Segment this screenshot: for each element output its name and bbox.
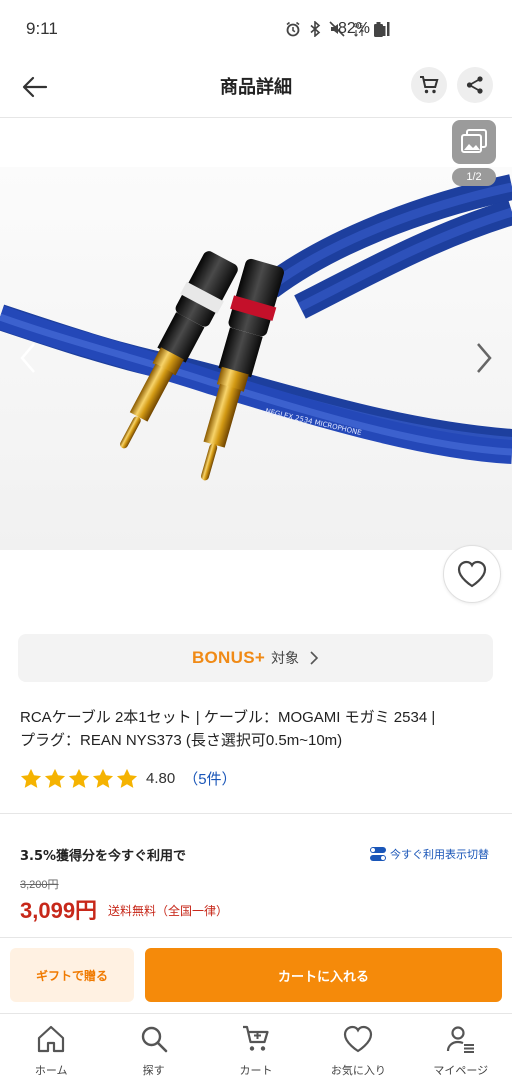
alarm-icon bbox=[286, 21, 300, 37]
original-price: 3,200円 bbox=[20, 879, 59, 891]
points-text: 3.5%獲得分を今すぐ利用で bbox=[20, 849, 187, 864]
home-icon bbox=[38, 1025, 65, 1053]
cart-icon bbox=[420, 76, 439, 94]
nav-label: ホーム bbox=[34, 1064, 68, 1077]
bonus-label: 対象 bbox=[271, 651, 300, 667]
nav-label: カート bbox=[239, 1064, 273, 1077]
product-title-line1: RCAケーブル 2本1セット | ケーブル：MOGAMI モガミ 2534 | bbox=[20, 709, 436, 726]
product-title-line2: プラグ：REAN NYS373 (長さ選択可0.5m~10m) bbox=[20, 732, 343, 749]
app-header: 商品詳細 bbox=[0, 56, 512, 118]
back-arrow-icon bbox=[22, 76, 48, 98]
gallery-prev-button[interactable] bbox=[14, 340, 44, 376]
nav-item-favorites[interactable]: お気に入り bbox=[307, 1014, 409, 1080]
nav-item-search[interactable]: 探す bbox=[102, 1014, 204, 1080]
cart-icon bbox=[242, 1025, 269, 1051]
star-icon bbox=[20, 768, 42, 788]
gallery-next-button[interactable] bbox=[468, 340, 498, 376]
bonus-banner[interactable]: BONUS+ 対象 bbox=[18, 634, 493, 682]
display-switch-toggle[interactable]: 今すぐ利用表示切替 bbox=[370, 846, 489, 862]
status-bar: 9:11 4G 82% bbox=[0, 0, 512, 56]
add-to-cart-button[interactable]: カートに入れる bbox=[145, 948, 502, 1002]
star-icon bbox=[92, 768, 114, 788]
back-button[interactable] bbox=[18, 70, 52, 104]
star-icon bbox=[68, 768, 90, 788]
gallery-toggle-icon bbox=[461, 129, 487, 153]
heart-icon bbox=[344, 1025, 373, 1053]
nav-item-home[interactable]: ホーム bbox=[0, 1014, 102, 1080]
star-icon bbox=[116, 768, 138, 788]
toggle-icon bbox=[370, 847, 386, 861]
divider bbox=[0, 937, 512, 938]
chevron-right-icon bbox=[310, 651, 319, 665]
battery-icon bbox=[374, 22, 383, 37]
shipping-info: 送料無料（全国一律） bbox=[108, 904, 229, 918]
gift-button[interactable]: ギフトで贈る bbox=[10, 948, 134, 1002]
chevron-right-icon bbox=[477, 343, 492, 373]
favorite-button[interactable] bbox=[443, 545, 501, 603]
display-switch-label: 今すぐ利用表示切替 bbox=[390, 848, 489, 861]
search-icon bbox=[141, 1026, 167, 1053]
product-title: RCAケーブル 2本1セット | ケーブル：MOGAMI モガミ 2534 | … bbox=[20, 706, 498, 752]
nav-item-mypage[interactable]: マイページ bbox=[410, 1014, 512, 1080]
battery-percent: 82% bbox=[338, 20, 371, 37]
product-rating[interactable]: 4.80 （5件） bbox=[20, 768, 237, 789]
status-time: 9:11 bbox=[26, 19, 58, 38]
nav-label: お気に入り bbox=[330, 1064, 386, 1077]
header-share-button[interactable] bbox=[457, 67, 493, 103]
product-gallery[interactable]: NEGLEX 2534 MICROPHONE 1/2 bbox=[0, 118, 512, 618]
rating-stars bbox=[20, 768, 138, 789]
nav-label: 探す bbox=[142, 1064, 165, 1077]
product-image[interactable]: NEGLEX 2534 MICROPHONE bbox=[0, 167, 512, 550]
header-cart-button[interactable] bbox=[411, 67, 447, 103]
rating-value: 4.80 bbox=[146, 770, 176, 787]
share-icon bbox=[466, 76, 483, 94]
user-icon bbox=[446, 1026, 474, 1053]
sale-price: 3,099円 bbox=[20, 898, 98, 923]
chevron-left-icon bbox=[20, 343, 35, 373]
image-page-counter: 1/2 bbox=[452, 168, 496, 186]
divider bbox=[0, 813, 512, 814]
bottom-nav: ホーム 探す カート お気に入り マイページ bbox=[0, 1013, 512, 1080]
star-icon bbox=[44, 768, 66, 788]
bonus-logo: BONUS+ bbox=[191, 648, 266, 667]
heart-icon bbox=[457, 560, 487, 588]
review-count-link[interactable]: （5件） bbox=[183, 768, 236, 789]
bluetooth-icon bbox=[310, 21, 321, 37]
gallery-toggle-button[interactable] bbox=[452, 120, 496, 164]
nav-item-cart[interactable]: カート bbox=[205, 1014, 307, 1080]
nav-label: マイページ bbox=[433, 1064, 489, 1077]
